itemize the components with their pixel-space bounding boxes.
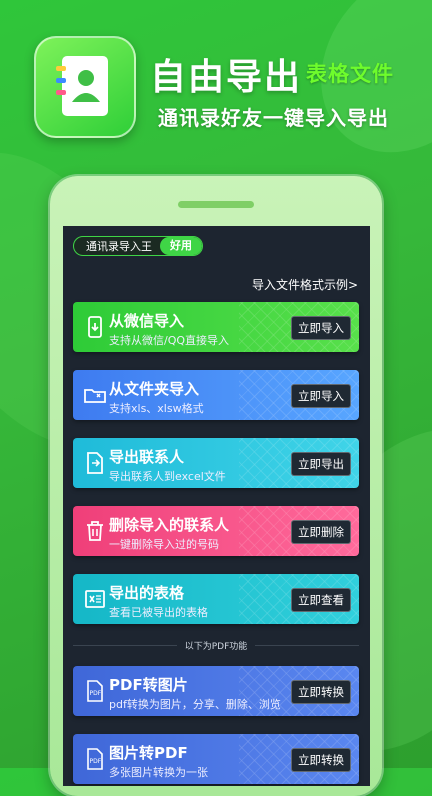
contacts-book-icon: [56, 56, 108, 116]
export-doc-icon: [87, 452, 103, 474]
card-import-folder[interactable]: 从文件夹导入 支持xls、xlsw格式 立即导入: [73, 370, 359, 420]
background-leaf: [284, 0, 432, 189]
card-image-to-pdf[interactable]: PDF 图片转PDF 多张图片转换为一张 立即转换: [73, 734, 359, 784]
card-export-contacts[interactable]: 导出联系人 导出联系人到excel文件 立即导出: [73, 438, 359, 488]
image-pdf-icon: PDF: [87, 748, 103, 770]
card-pdf-to-image[interactable]: PDF PDF转图片 pdf转换为图片，分享、删除、浏览 立即转换: [73, 666, 359, 716]
card-desc: 导出联系人到excel文件: [109, 470, 226, 483]
promo-title: 自由导出: [150, 57, 303, 98]
card-desc: 查看已被导出的表格: [109, 606, 208, 619]
divider-line: [255, 644, 360, 646]
delete-now-button[interactable]: 立即删除: [291, 520, 351, 544]
card-title: 图片转PDF: [109, 744, 188, 762]
card-title: 删除导入的联系人: [109, 516, 230, 534]
card-desc: pdf转换为图片，分享、删除、浏览: [109, 698, 281, 711]
card-title: 从微信导入: [109, 312, 185, 330]
convert-now-button[interactable]: 立即转换: [291, 748, 351, 772]
trash-icon: [87, 521, 103, 541]
card-desc: 支持从微信/QQ直接导入: [109, 334, 230, 347]
view-now-button[interactable]: 立即查看: [291, 588, 351, 612]
import-now-button[interactable]: 立即导入: [291, 384, 351, 408]
excel-icon: [85, 590, 105, 608]
card-title: 导出的表格: [109, 584, 185, 602]
export-now-button[interactable]: 立即导出: [291, 452, 351, 476]
promo-badge: 表格文件: [306, 62, 394, 86]
card-title: PDF转图片: [109, 676, 188, 694]
app-logo: [34, 36, 136, 138]
pdf-section-divider: 以下为PDF功能: [73, 638, 360, 652]
promo-subtitle: 通讯录好友一键导入导出: [158, 106, 389, 130]
pdf-icon: PDF: [87, 680, 103, 702]
card-desc: 多张图片转换为一张: [109, 766, 208, 779]
card-import-wechat[interactable]: 从微信导入 支持从微信/QQ直接导入 立即导入: [73, 302, 359, 352]
convert-now-button[interactable]: 立即转换: [291, 680, 351, 704]
svg-text:PDF: PDF: [90, 690, 102, 697]
svg-text:PDF: PDF: [90, 758, 102, 765]
folder-icon: [84, 389, 106, 403]
divider-line: [73, 644, 177, 646]
phone-import-icon: [88, 316, 102, 338]
card-desc: 支持xls、xlsw格式: [109, 402, 204, 415]
brand-tag: 通讯录导入王 好用: [73, 236, 203, 256]
card-exported-tables[interactable]: 导出的表格 查看已被导出的表格 立即查看: [73, 574, 359, 624]
card-title: 从文件夹导入: [109, 380, 200, 398]
brand-name: 通讯录导入王: [86, 240, 152, 253]
brand-pill: 好用: [160, 237, 202, 255]
card-desc: 一键删除导入过的号码: [109, 538, 219, 551]
pdf-section-label: 以下为PDF功能: [184, 641, 248, 652]
phone-speaker: [178, 201, 254, 208]
card-delete-contacts[interactable]: 删除导入的联系人 一键删除导入过的号码 立即删除: [73, 506, 359, 556]
import-now-button[interactable]: 立即导入: [291, 316, 351, 340]
card-title: 导出联系人: [109, 448, 185, 466]
format-example-link[interactable]: 导入文件格式示例>: [252, 276, 358, 293]
app-screen: 通讯录导入王 好用 导入文件格式示例> 从微信导入 支持从微信/QQ直接导入 立…: [63, 226, 370, 786]
